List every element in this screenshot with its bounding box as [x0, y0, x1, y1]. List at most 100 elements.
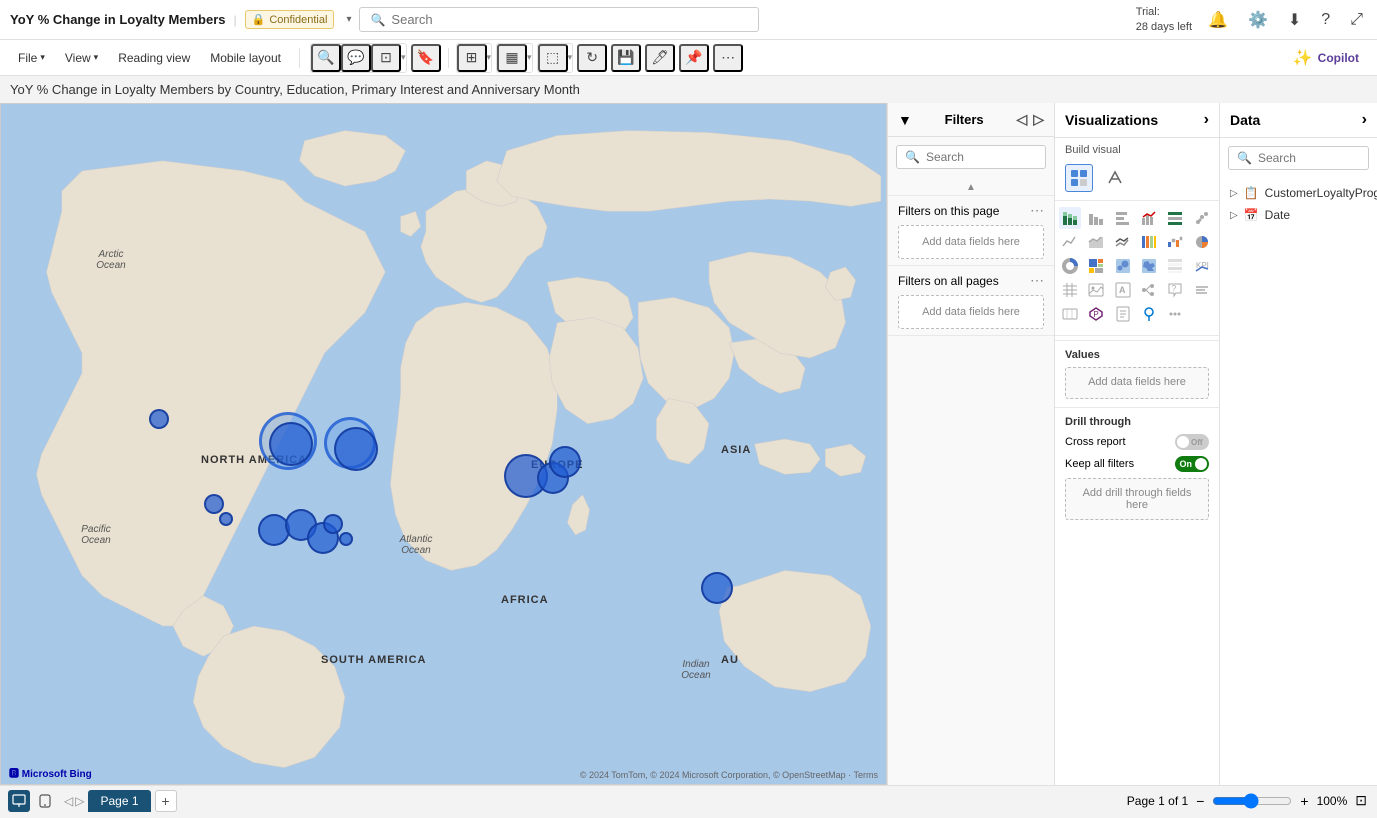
- viz-azure-map[interactable]: [1138, 303, 1160, 325]
- bookmark-btn[interactable]: 🔖: [411, 44, 441, 72]
- report-dropdown[interactable]: ▾: [346, 14, 351, 25]
- zoom-slider[interactable]: [1212, 793, 1292, 809]
- viz-smart-narrative[interactable]: [1191, 279, 1213, 301]
- viz-mode-format[interactable]: [1101, 164, 1129, 192]
- data-expand-btn[interactable]: ›: [1362, 111, 1367, 129]
- view-mode-icons: [0, 790, 64, 812]
- filter-pin-btn[interactable]: 📌: [679, 44, 709, 72]
- eraser-btn[interactable]: 🖊: [645, 44, 675, 72]
- copilot-button[interactable]: ✨ Copilot: [1285, 44, 1367, 72]
- prev-page-btn[interactable]: ◁: [64, 794, 73, 808]
- viz-bar-chart[interactable]: [1085, 207, 1107, 229]
- settings-button[interactable]: ⚙️: [1244, 6, 1272, 34]
- world-map-svg: [1, 104, 886, 784]
- data-item-customer[interactable]: ▷ 📋 CustomerLoyaltyProgr...: [1230, 182, 1367, 204]
- filter-collapse[interactable]: ▲: [888, 177, 1054, 196]
- viz-stacked-line[interactable]: [1112, 231, 1134, 253]
- viz-image[interactable]: [1085, 279, 1107, 301]
- comment-btn[interactable]: 💬: [341, 44, 371, 72]
- filters-this-page-more[interactable]: ⋯: [1030, 202, 1044, 219]
- viz-map-filled[interactable]: [1138, 255, 1160, 277]
- format-btn[interactable]: ▦: [497, 44, 527, 72]
- zoom-in-btn[interactable]: +: [1300, 793, 1308, 809]
- view-menu[interactable]: View ▾: [57, 47, 106, 69]
- keep-filters-toggle[interactable]: On: [1175, 456, 1209, 472]
- page-heading-text: YoY % Change in Loyalty Members by Count…: [10, 82, 580, 97]
- filters-all-pages-more[interactable]: ⋯: [1030, 272, 1044, 289]
- search-input[interactable]: [391, 12, 748, 27]
- next-page-btn[interactable]: ▷: [75, 794, 84, 808]
- more-btn[interactable]: ⋯: [713, 44, 743, 72]
- page-heading: YoY % Change in Loyalty Members by Count…: [0, 76, 1377, 103]
- mobile-view-btn[interactable]: [34, 790, 56, 812]
- data-item-date[interactable]: ▷ 📅 Date: [1230, 204, 1367, 226]
- viz-horiz-bar[interactable]: [1112, 207, 1134, 229]
- top-search-box[interactable]: 🔍: [359, 7, 759, 32]
- data-search-input[interactable]: [1258, 151, 1377, 165]
- build-visual-label: Build visual: [1055, 138, 1219, 160]
- download-button[interactable]: ⬇: [1284, 6, 1305, 34]
- share-button[interactable]: ⤢: [1346, 7, 1367, 33]
- viz-donut[interactable]: [1059, 255, 1081, 277]
- filters-expand-icon[interactable]: ▷: [1033, 111, 1044, 128]
- values-section: Values Add data fields here: [1055, 340, 1219, 407]
- viz-kpi[interactable]: KPI: [1191, 255, 1213, 277]
- desktop-view-btn[interactable]: [8, 790, 30, 812]
- search-perspectives-btn[interactable]: 🔍: [311, 44, 341, 72]
- viz-power-apps[interactable]: P: [1085, 303, 1107, 325]
- viz-map-bubble[interactable]: [1112, 255, 1134, 277]
- report-title: YoY % Change in Loyalty Members: [10, 12, 226, 27]
- svg-text:?: ?: [1172, 284, 1177, 293]
- viz-decomp-tree[interactable]: [1138, 279, 1160, 301]
- viz-100pct-bar[interactable]: [1164, 207, 1186, 229]
- page-tab-1[interactable]: Page 1: [88, 790, 150, 812]
- data-search-box[interactable]: 🔍: [1228, 146, 1369, 170]
- reading-view-button[interactable]: Reading view: [110, 47, 198, 69]
- filters-back-icon[interactable]: ◁: [1016, 111, 1027, 128]
- data-panel-header: Data ›: [1220, 103, 1377, 138]
- fit-page-btn[interactable]: ⊡: [1355, 792, 1367, 809]
- insert-btn[interactable]: ⊞: [457, 44, 487, 72]
- text-arrow: ▾: [401, 52, 406, 63]
- save-btn[interactable]: 💾: [611, 44, 641, 72]
- refresh-btn[interactable]: ↻: [577, 44, 607, 72]
- filters-search-box[interactable]: 🔍: [896, 145, 1046, 169]
- viz-qanda[interactable]: ?: [1164, 279, 1186, 301]
- viz-combo[interactable]: [1138, 207, 1160, 229]
- viz-line[interactable]: [1059, 231, 1081, 253]
- viz-waterfall[interactable]: [1164, 231, 1186, 253]
- data-btn[interactable]: ⬚: [538, 44, 568, 72]
- copilot-icon: ✨: [1293, 48, 1313, 68]
- viz-scatter[interactable]: [1191, 207, 1213, 229]
- view-arrow: ▾: [94, 52, 99, 63]
- viz-ribbon[interactable]: [1138, 231, 1160, 253]
- bubble-india: [701, 572, 733, 604]
- bubble-sw1: [204, 494, 224, 514]
- mobile-layout-button[interactable]: Mobile layout: [202, 47, 289, 69]
- notifications-button[interactable]: 🔔: [1204, 6, 1232, 34]
- zoom-out-btn[interactable]: −: [1196, 793, 1204, 809]
- drill-drop-area: Add drill through fields here: [1065, 478, 1209, 520]
- viz-area[interactable]: [1085, 231, 1107, 253]
- text-box-btn[interactable]: ⊡: [371, 44, 401, 72]
- file-menu[interactable]: File ▾: [10, 47, 53, 69]
- bottom-bar: ◁ ▷ Page 1 + Page 1 of 1 − + 100% ⊡: [0, 785, 1377, 815]
- viz-mode-fields[interactable]: [1065, 164, 1093, 192]
- cross-report-toggle[interactable]: Off: [1175, 434, 1209, 450]
- customer-table-label: CustomerLoyaltyProgr...: [1265, 186, 1377, 200]
- keep-filters-knob: [1195, 458, 1207, 470]
- viz-stacked-bar[interactable]: [1059, 207, 1081, 229]
- viz-treemap[interactable]: [1085, 255, 1107, 277]
- viz-paginated[interactable]: [1112, 303, 1134, 325]
- bubble-sw2: [219, 512, 233, 526]
- viz-matrix[interactable]: [1164, 255, 1186, 277]
- viz-pie[interactable]: [1191, 231, 1213, 253]
- viz-expand-btn[interactable]: ›: [1204, 111, 1209, 129]
- viz-table[interactable]: [1059, 279, 1081, 301]
- help-button[interactable]: ?: [1317, 7, 1334, 33]
- viz-more[interactable]: [1164, 303, 1186, 325]
- viz-title: Visualizations: [1065, 112, 1158, 128]
- add-page-btn[interactable]: +: [155, 790, 177, 812]
- viz-metrics[interactable]: [1059, 303, 1081, 325]
- viz-text[interactable]: A: [1112, 279, 1134, 301]
